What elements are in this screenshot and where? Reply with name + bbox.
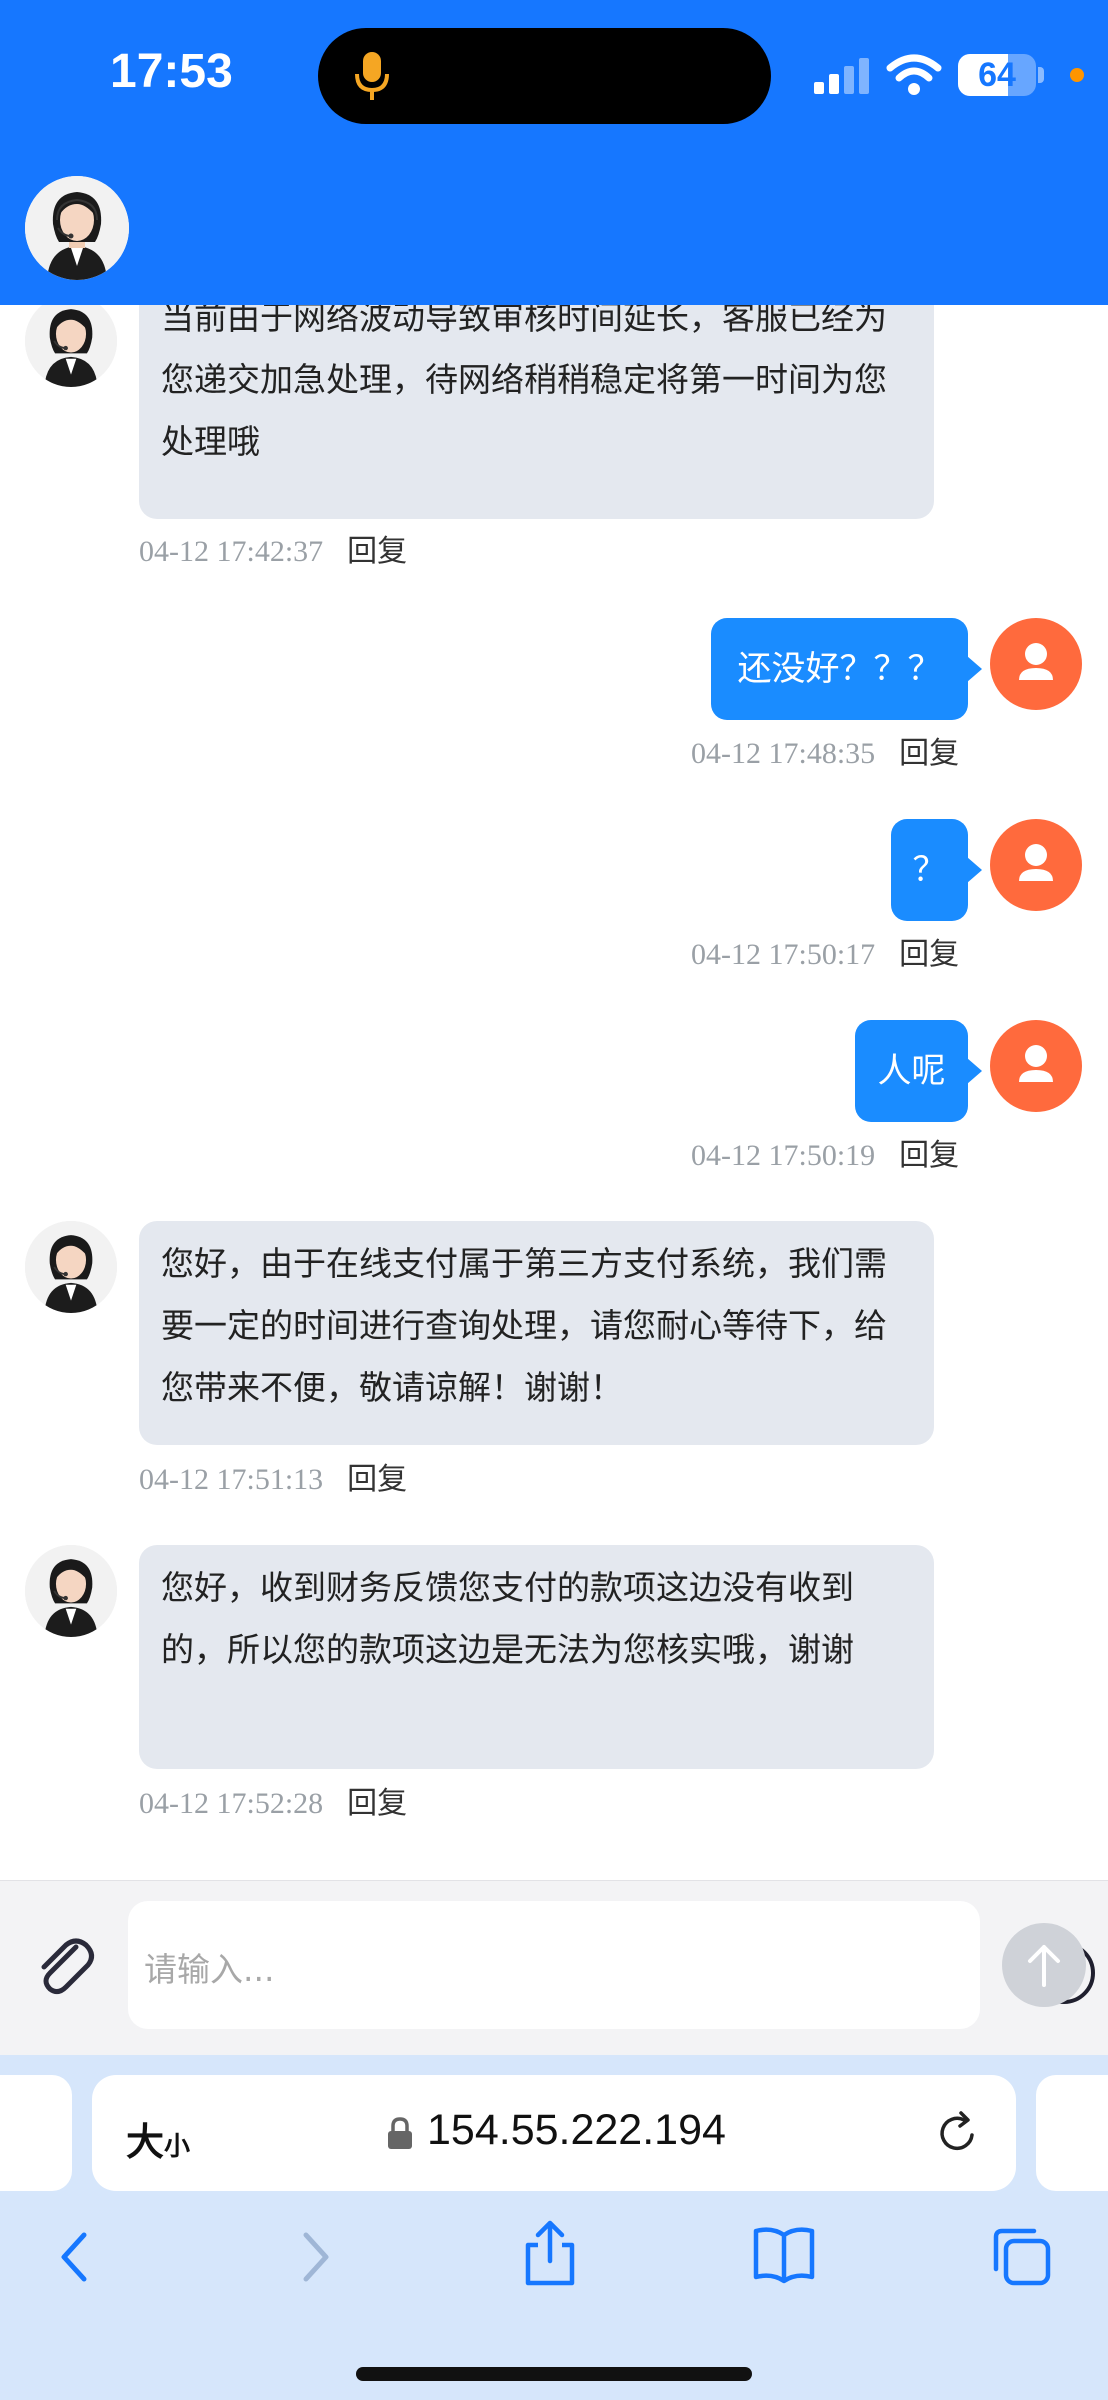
message-timestamp: 04-12 17:52:28: [139, 1787, 324, 1820]
status-time: 17:53: [110, 45, 233, 98]
message-input[interactable]: 请输入...: [128, 1901, 1095, 2029]
message-bubble: 还没好？？？: [711, 618, 982, 720]
wifi-icon: [886, 54, 942, 95]
agent-avatar[interactable]: [25, 305, 117, 387]
message-meta: 04-12 17:52:28 回复: [139, 1784, 407, 1824]
message-timestamp: 04-12 17:51:13: [139, 1463, 324, 1496]
message-meta: 04-12 17:50:17 回复: [691, 935, 959, 975]
text-size-button[interactable]: 大小: [126, 2111, 190, 2166]
user-avatar[interactable]: [990, 618, 1082, 710]
agent-portrait-icon: [25, 176, 129, 280]
reply-button[interactable]: 回复: [899, 736, 959, 771]
share-icon[interactable]: [520, 2219, 580, 2289]
message-input-placeholder: 请输入...: [144, 1950, 275, 1989]
message-bubble: 您好，由于在线支付属于第三方支付系统，我们需要一定的时间进行查询处理，请您耐心等…: [139, 1221, 934, 1445]
reply-button[interactable]: 回复: [347, 1786, 407, 1821]
battery-indicator: 64: [958, 54, 1036, 96]
reply-button[interactable]: 回复: [899, 937, 959, 972]
user-icon: [1019, 844, 1053, 881]
home-indicator[interactable]: [356, 2367, 752, 2381]
message-timestamp: 04-12 17:48:35: [691, 737, 876, 770]
message-timestamp: 04-12 17:50:19: [691, 1139, 876, 1172]
agent-avatar[interactable]: [25, 1221, 117, 1313]
agent-portrait-icon: [25, 1221, 117, 1313]
browser-toolbar: 大小 154.55.222.194: [0, 2055, 1108, 2400]
cellular-signal-icon: [814, 58, 869, 94]
message-bubble: ？: [891, 819, 982, 921]
battery-tip: [1038, 67, 1044, 83]
paperclip-icon[interactable]: [28, 1929, 100, 2001]
user-avatar[interactable]: [990, 1020, 1082, 1112]
message-bubble: 当前由于网络波动导致审核时间延长，客服已经为您递交加急处理，待网络稍稍稳定将第一…: [139, 305, 934, 519]
user-icon: [1019, 643, 1053, 680]
agent-avatar[interactable]: [25, 176, 129, 280]
message-meta: 04-12 17:42:37 回复: [139, 532, 407, 572]
text-size-small: 小: [164, 2132, 191, 2162]
text-size-big: 大: [126, 2120, 165, 2164]
chat-messages[interactable]: 当前由于网络波动导致审核时间延长，客服已经为您递交加急处理，待网络稍稍稳定将第一…: [0, 305, 1108, 1880]
message-composer: 请输入...: [0, 1880, 1108, 2055]
url-text: 154.55.222.194: [427, 2106, 726, 2154]
agent-portrait-icon: [25, 305, 117, 387]
chat-header: 17:53 64: [0, 0, 1108, 305]
lock-icon: [388, 2117, 412, 2149]
address-bar[interactable]: 大小 154.55.222.194: [92, 2075, 1016, 2191]
reply-button[interactable]: 回复: [347, 1462, 407, 1497]
send-button[interactable]: [1002, 1923, 1086, 2007]
reply-button[interactable]: 回复: [899, 1138, 959, 1173]
reply-button[interactable]: 回复: [347, 534, 407, 569]
message-timestamp: 04-12 17:50:17: [691, 938, 876, 971]
message-meta: 04-12 17:50:19 回复: [691, 1136, 959, 1176]
tabs-icon[interactable]: [990, 2225, 1052, 2287]
bookmarks-icon[interactable]: [752, 2225, 816, 2285]
arrow-up-icon: [1028, 1945, 1060, 1987]
reload-icon[interactable]: [934, 2109, 982, 2157]
user-avatar[interactable]: [990, 819, 1082, 911]
microphone-icon: [355, 52, 389, 100]
dynamic-island: [318, 28, 771, 124]
back-icon[interactable]: [54, 2227, 94, 2287]
message-bubble: 人呢: [855, 1020, 982, 1122]
previous-tab-card[interactable]: [0, 2075, 72, 2191]
forward-icon[interactable]: [296, 2227, 336, 2287]
message-timestamp: 04-12 17:42:37: [139, 535, 324, 568]
battery-level: 64: [978, 56, 1016, 94]
user-icon: [1019, 1045, 1053, 1082]
message-bubble: 您好，收到财务反馈您支付的款项这边没有收到的，所以您的款项这边是无法为您核实哦，…: [139, 1545, 934, 1769]
agent-portrait-icon: [25, 1545, 117, 1637]
privacy-indicator-dot: [1070, 68, 1084, 82]
next-tab-card[interactable]: [1036, 2075, 1108, 2191]
message-meta: 04-12 17:48:35 回复: [691, 734, 959, 774]
agent-avatar[interactable]: [25, 1545, 117, 1637]
message-meta: 04-12 17:51:13 回复: [139, 1460, 407, 1500]
